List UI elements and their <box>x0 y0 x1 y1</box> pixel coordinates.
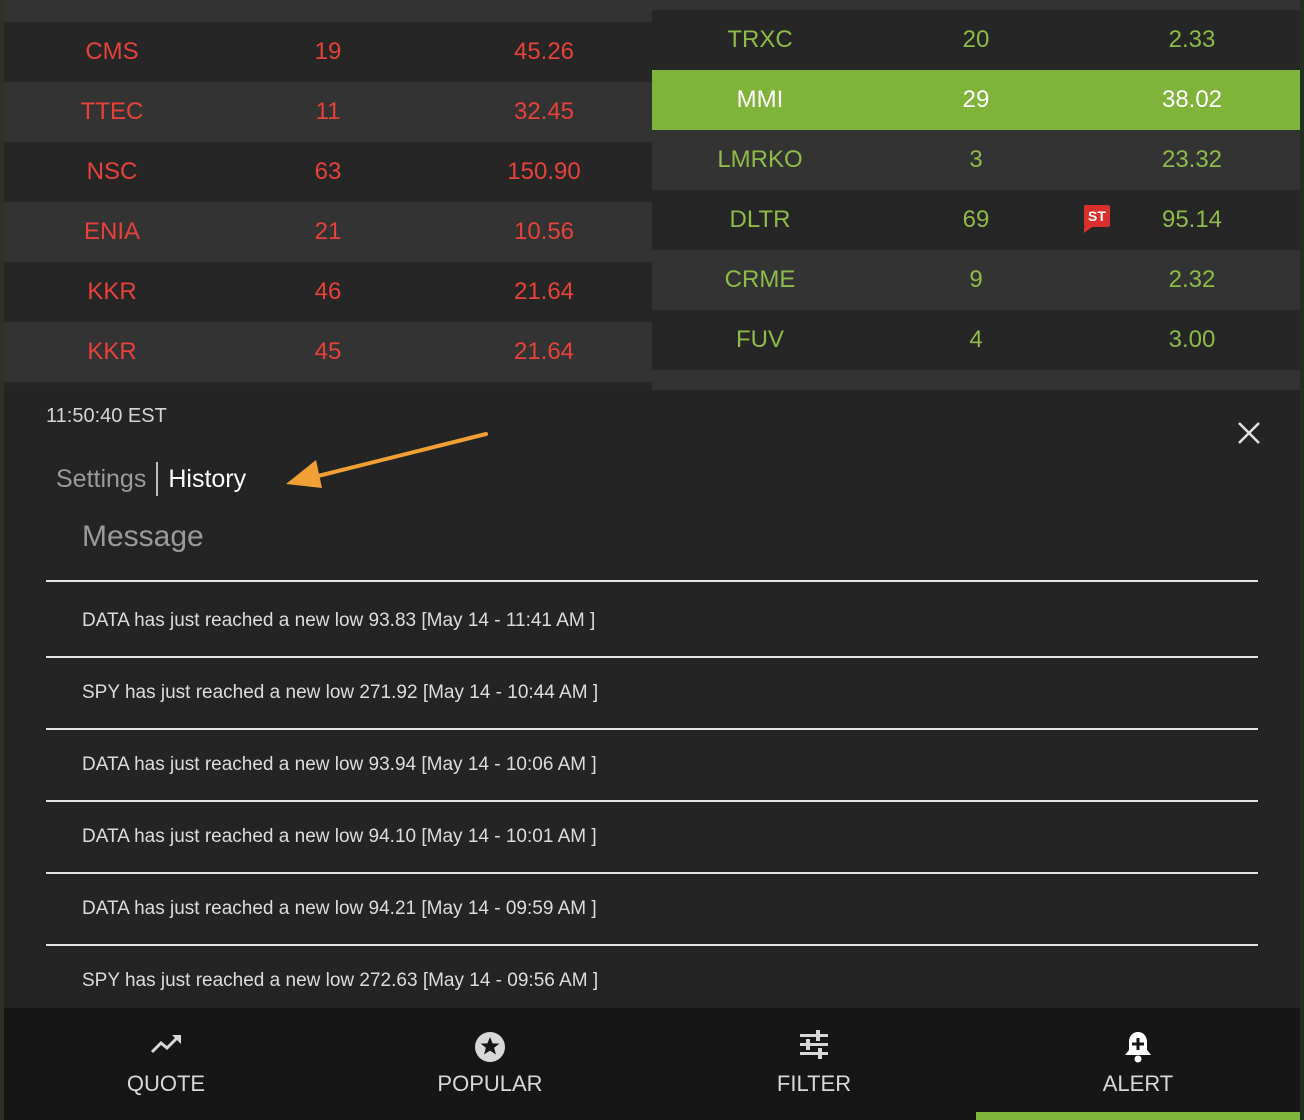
table-row[interactable]: FUV 4 3.00 <box>652 310 1300 370</box>
price-cell: 21.64 <box>513 278 575 305</box>
table-row-selected[interactable]: MMI 29 38.02 <box>652 70 1300 130</box>
trending-up-icon <box>150 1035 181 1054</box>
tab-divider <box>156 462 159 496</box>
count-cell: 19 <box>314 38 342 65</box>
nav-label: POPULAR <box>437 1071 543 1096</box>
table-row[interactable]: KKR 46 21.64 <box>4 262 652 322</box>
symbol-cell: TRXC <box>727 26 793 53</box>
message-item: SPY has just reached a new low 271.92 [M… <box>82 682 599 703</box>
nav-popular[interactable]: POPULAR <box>328 1008 652 1120</box>
table-row-partial <box>4 0 652 22</box>
divider <box>46 800 1258 802</box>
symbol-cell: LMRKO <box>717 146 803 173</box>
background-edge-right <box>1300 0 1304 1120</box>
message-item: DATA has just reached a new low 94.10 [M… <box>82 826 597 847</box>
annotation-arrow-icon <box>286 432 488 488</box>
count-cell: 29 <box>962 86 990 113</box>
count-cell: 21 <box>314 218 342 245</box>
divider <box>46 728 1258 730</box>
price-cell: 3.00 <box>1168 326 1216 353</box>
table-row[interactable]: TRXC 20 2.33 <box>652 10 1300 70</box>
count-cell: 9 <box>969 266 983 293</box>
symbol-cell: TTEC <box>80 98 144 125</box>
nav-alert[interactable]: ALERT <box>976 1008 1300 1120</box>
count-cell: 69 <box>962 206 990 233</box>
bell-plus-icon <box>1125 1032 1151 1063</box>
message-item: DATA has just reached a new low 93.94 [M… <box>82 754 597 775</box>
price-cell: 21.64 <box>513 338 575 365</box>
nav-quote[interactable]: QUOTE <box>4 1008 328 1120</box>
panel-tabs: Settings History <box>56 462 246 496</box>
symbol-cell: MMI <box>736 86 784 113</box>
symbol-cell: FUV <box>736 326 784 353</box>
panel-time: 11:50:40 EST <box>46 405 167 427</box>
table-row-partial <box>652 370 1300 390</box>
symbol-cell: DLTR <box>729 206 791 233</box>
count-cell: 20 <box>962 26 990 53</box>
bottom-nav: QUOTE POPULAR FILTER ALERT <box>4 1008 1300 1120</box>
price-cell: 32.45 <box>513 98 575 125</box>
symbol-cell: KKR <box>87 278 137 305</box>
count-cell: 11 <box>315 98 341 125</box>
price-cell: 38.02 <box>1161 86 1223 113</box>
table-row-partial <box>4 382 652 390</box>
table-row[interactable]: LMRKO 3 23.32 <box>652 130 1300 190</box>
price-cell: 23.32 <box>1161 146 1223 173</box>
price-cell: 2.33 <box>1168 26 1216 53</box>
symbol-cell: CMS <box>85 38 139 65</box>
symbol-cell: NSC <box>86 158 138 185</box>
nav-label: FILTER <box>776 1071 852 1096</box>
message-item: DATA has just reached a new low 94.21 [M… <box>82 898 597 919</box>
message-item: DATA has just reached a new low 93.83 [M… <box>82 610 596 631</box>
count-cell: 46 <box>314 278 342 305</box>
price-cell: 2.32 <box>1168 266 1216 293</box>
alert-panel: 11:50:40 EST Settings History Message DA… <box>4 390 1300 1008</box>
table-row[interactable]: NSC 63 150.90 <box>4 142 652 202</box>
table-row[interactable]: TTEC 11 32.45 <box>4 82 652 142</box>
table-row[interactable]: ENIA 21 10.56 <box>4 202 652 262</box>
close-icon <box>1238 422 1260 444</box>
symbol-cell: KKR <box>87 338 137 365</box>
divider <box>46 944 1258 946</box>
table-row[interactable]: KKR 45 21.64 <box>4 322 652 382</box>
price-cell: 10.56 <box>513 218 575 245</box>
nav-active-indicator <box>976 1112 1300 1120</box>
count-cell: 4 <box>969 326 983 353</box>
count-cell: 45 <box>314 338 342 365</box>
star-circle-icon <box>475 1032 505 1062</box>
nav-filter[interactable]: FILTER <box>652 1008 976 1120</box>
message-item: SPY has just reached a new low 272.63 [M… <box>82 970 599 991</box>
price-cell: 45.26 <box>513 38 575 65</box>
divider <box>46 580 1258 582</box>
divider <box>46 656 1258 658</box>
price-cell: 150.90 <box>507 158 581 185</box>
count-cell: 3 <box>969 146 983 173</box>
close-button[interactable] <box>1236 420 1262 446</box>
table-row-partial <box>652 0 1300 10</box>
message-column-header: Message <box>82 520 204 553</box>
table-row[interactable]: CMS 19 45.26 <box>4 22 652 82</box>
symbol-cell: CRME <box>724 266 796 293</box>
count-cell: 63 <box>314 158 342 185</box>
tab-settings[interactable]: Settings <box>56 465 146 494</box>
divider <box>46 872 1258 874</box>
tab-history[interactable]: History <box>168 465 246 494</box>
nav-label: ALERT <box>1102 1071 1174 1096</box>
sliders-icon <box>800 1030 828 1059</box>
price-cell: 95.14 <box>1161 206 1223 233</box>
table-row[interactable]: DLTR 69 ST 95.14 <box>652 190 1300 250</box>
nav-label: QUOTE <box>126 1071 206 1096</box>
symbol-cell: ENIA <box>83 218 140 245</box>
table-row[interactable]: CRME 9 2.32 <box>652 250 1300 310</box>
